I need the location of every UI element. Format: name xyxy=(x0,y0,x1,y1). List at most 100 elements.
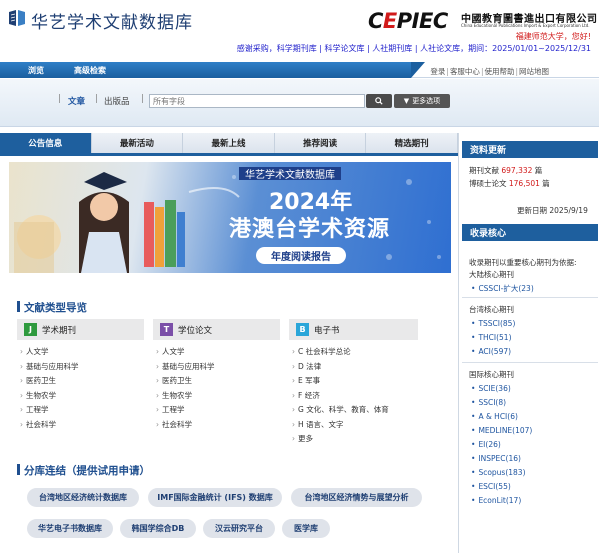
list-item[interactable]: 生物农学 xyxy=(156,390,215,405)
thesis-subject-list: 人文学 基础与应用科学 医药卫生 生物农学 工程学 社会科学 xyxy=(156,346,215,433)
journal-subject-list: 人文学 基础与应用科学 医药卫生 生物农学 工程学 社会科学 xyxy=(20,346,79,433)
core-link-ahci[interactable]: A & HCI(6) xyxy=(471,412,517,421)
list-item[interactable]: 基础与应用科学 xyxy=(156,361,215,376)
more-options-button[interactable]: ▼ 更多选项 xyxy=(394,94,450,108)
data-update-heading: 资料更新 xyxy=(462,141,598,158)
core-link-tssci[interactable]: TSSCI(85) xyxy=(471,319,515,328)
partner-link[interactable]: IMF国际金融统计 (IFS) 数据库 xyxy=(148,488,282,507)
search-type-publication[interactable]: 出版品 xyxy=(104,95,130,107)
list-item[interactable]: G 文化、科学、教育、体育 xyxy=(292,404,389,419)
list-item[interactable]: 医药卫生 xyxy=(20,375,79,390)
thesis-count: 博硕士论文 176,501 篇 xyxy=(469,179,550,188)
list-item[interactable]: 社会科学 xyxy=(156,419,215,434)
partner-link[interactable]: 汉云研究平台 xyxy=(203,519,275,538)
group-label-taiwan: 台湾核心期刊 xyxy=(469,305,514,314)
search-input[interactable] xyxy=(149,94,365,108)
sitemap-link[interactable]: 网站地图 xyxy=(519,67,549,76)
list-item[interactable]: D 法律 xyxy=(292,361,389,376)
core-link-scie[interactable]: SCIE(36) xyxy=(471,384,510,393)
content-tabs: 公告信息 最新活动 最新上线 推荐阅读 精选期刊 xyxy=(0,133,458,153)
core-link-esci[interactable]: ESCI(55) xyxy=(471,482,510,491)
partner-link[interactable]: 医学库 xyxy=(282,519,330,538)
partner-link[interactable]: 韩国学综合DB xyxy=(120,519,196,538)
site-title[interactable]: 华艺学术文献数据库 xyxy=(31,8,193,33)
core-link-econlit[interactable]: EconLit(17) xyxy=(471,496,521,505)
tab-recommended[interactable]: 推荐阅读 xyxy=(274,133,367,153)
search-icon xyxy=(375,97,383,105)
group-label-mainland: 大陆核心期刊 xyxy=(469,270,514,279)
cepiec-logo-en: China Educational Publications Import & … xyxy=(461,23,590,28)
core-link-scopus[interactable]: Scopus(183) xyxy=(471,468,525,477)
core-link-thci[interactable]: THCI(51) xyxy=(471,333,511,342)
right-sidebar: 资料更新 期刊文献 697,332 篇 博硕士论文 176,501 篇 更新日期… xyxy=(458,133,599,553)
nav-browse[interactable]: 浏览 xyxy=(28,65,44,76)
partner-link[interactable]: 华艺电子书数据库 xyxy=(27,519,113,538)
list-item[interactable]: 医药卫生 xyxy=(156,375,215,390)
list-item[interactable]: 社会科学 xyxy=(20,419,79,434)
update-date: 更新日期 2025/9/19 xyxy=(517,206,588,215)
list-item[interactable]: 生物农学 xyxy=(20,390,79,405)
utility-links: 登录|客服中心|使用帮助|网站地图 xyxy=(430,67,549,76)
journal-article-count: 期刊文献 697,332 篇 xyxy=(469,166,543,175)
partner-link[interactable]: 台湾地区经济统计数据库 xyxy=(27,488,139,507)
banner-subtitle: 港澳台学术资源 xyxy=(229,217,391,242)
core-link-medline[interactable]: MEDLINE(107) xyxy=(471,426,532,435)
purchase-info: 感谢采购，科学期刊库 | 科学论文库 | 人社期刊库 | 人社论文库，期间：20… xyxy=(236,44,591,53)
core-link-inspec[interactable]: INSPEC(16) xyxy=(471,454,520,463)
site-header: 华艺学术文献数据库 CEPIEC 中國教育圖書進出口有限公司 China Edu… xyxy=(0,0,599,62)
main-nav: 浏览 高级检索 登录|客服中心|使用帮助|网站地图 xyxy=(0,62,599,78)
caret-down-icon: ▼ xyxy=(403,97,410,105)
category-name: 学术期刊 xyxy=(42,326,77,336)
list-item[interactable]: F 经济 xyxy=(292,390,389,405)
category-ebooks[interactable]: B 电子书 xyxy=(289,319,418,340)
thesis-badge-icon: T xyxy=(160,323,173,336)
search-button[interactable] xyxy=(366,94,392,108)
banner-report-button[interactable]: 年度阅读报告 xyxy=(256,247,346,264)
tab-announcements[interactable]: 公告信息 xyxy=(0,133,92,153)
banner-title: 华艺学术文献数据库 xyxy=(239,167,341,181)
page: 华艺学术文献数据库 CEPIEC 中國教育圖書進出口有限公司 China Edu… xyxy=(0,0,599,553)
ebook-subject-list: C 社会科学总论 D 法律 E 军事 F 经济 G 文化、科学、教育、体育 H … xyxy=(292,346,389,448)
search-type-article[interactable]: 文章 xyxy=(68,95,85,107)
doc-types-heading: 文献类型导览 xyxy=(17,300,87,315)
nav-advanced-search[interactable]: 高级检索 xyxy=(74,65,106,76)
search-area: | 文章 | 出版品 | ▼ 更多选项 xyxy=(0,79,599,127)
cepiec-logo[interactable]: CEPIEC xyxy=(368,9,448,33)
service-center-link[interactable]: 客服中心 xyxy=(450,67,480,76)
partner-link[interactable]: 台湾地区经济情势与展望分析 xyxy=(291,488,422,507)
journal-badge-icon: J xyxy=(24,323,37,336)
ebook-badge-icon: B xyxy=(296,323,309,336)
core-collection-heading: 收录核心 xyxy=(462,224,598,241)
divider xyxy=(462,297,598,298)
list-item[interactable]: C 社会科学总论 xyxy=(292,346,389,361)
list-item[interactable]: 人文学 xyxy=(156,346,215,361)
tab-new-online[interactable]: 最新上线 xyxy=(183,133,275,153)
list-item[interactable]: 工程学 xyxy=(20,404,79,419)
tab-latest-events[interactable]: 最新活动 xyxy=(91,133,184,153)
divider xyxy=(462,362,598,363)
tab-underline xyxy=(0,153,458,156)
core-link-cssci[interactable]: CSSCI-扩大(23) xyxy=(471,283,533,294)
list-item[interactable]: H 语言、文字 xyxy=(292,419,389,434)
list-item[interactable]: 更多 xyxy=(292,433,389,448)
more-options-label: 更多选项 xyxy=(412,97,441,105)
list-item[interactable]: 工程学 xyxy=(156,404,215,419)
list-item[interactable]: E 军事 xyxy=(292,375,389,390)
login-link[interactable]: 登录 xyxy=(430,67,445,76)
help-link[interactable]: 使用帮助 xyxy=(484,67,514,76)
tab-featured-journals[interactable]: 精选期刊 xyxy=(366,133,458,153)
group-label-international: 国际核心期刊 xyxy=(469,370,514,379)
search-type-divider: | xyxy=(141,94,145,104)
welcome-message: 福建师范大学，您好! xyxy=(515,32,591,41)
core-link-ssci[interactable]: SSCI(8) xyxy=(471,398,506,407)
list-item[interactable]: 人文学 xyxy=(20,346,79,361)
category-journals[interactable]: J 学术期刊 xyxy=(17,319,144,340)
core-link-aci[interactable]: ACI(597) xyxy=(471,347,511,356)
list-item[interactable]: 基础与应用科学 xyxy=(20,361,79,376)
category-theses[interactable]: T 学位论文 xyxy=(153,319,280,340)
announcement-banner[interactable]: 华艺学术文献数据库 2024年 港澳台学术资源 年度阅读报告 xyxy=(9,162,451,273)
core-link-ei[interactable]: EI(26) xyxy=(471,440,500,449)
category-name: 学位论文 xyxy=(178,326,213,336)
partner-heading: 分库连结（提供试用申请） xyxy=(17,463,150,478)
book-logo-icon xyxy=(9,10,25,26)
